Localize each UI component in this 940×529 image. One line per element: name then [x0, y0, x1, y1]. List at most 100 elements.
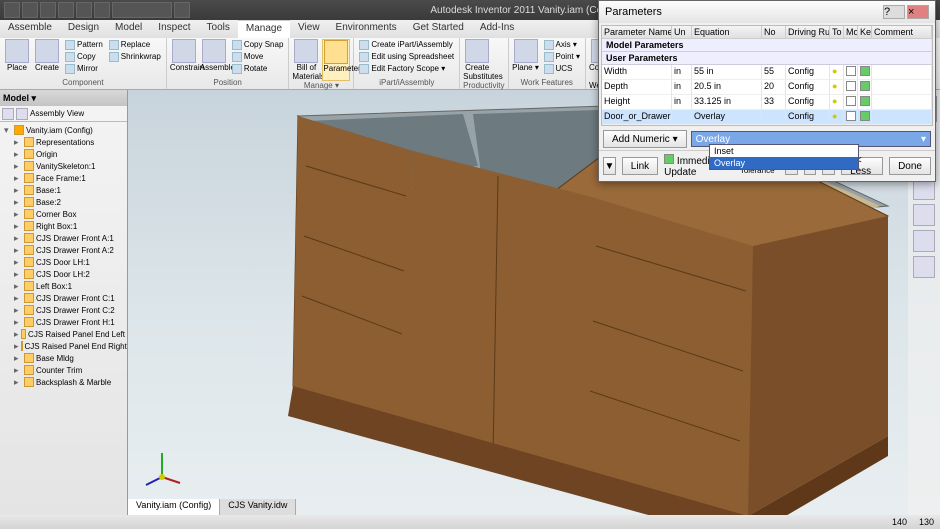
tree-node[interactable]: ▸Counter Trim — [0, 364, 127, 376]
copysnap-button[interactable]: Copy Snap — [230, 39, 286, 50]
browser-header[interactable]: Model ▾ — [0, 90, 127, 106]
tree-node[interactable]: ▸CJS Drawer Front A:2 — [0, 244, 127, 256]
browser-view-icon[interactable] — [16, 108, 28, 120]
param-row[interactable]: Door_or_DrawerOverlayConfig● — [602, 110, 932, 125]
qat-save-icon[interactable] — [22, 2, 38, 18]
model-tree: ▾Vanity.iam (Config) ▸Representations▸Or… — [0, 122, 127, 390]
mirror-button[interactable]: Mirror — [63, 63, 105, 74]
rotate-button[interactable]: Rotate — [230, 63, 286, 74]
add-numeric-button[interactable]: Add Numeric ▾ — [603, 130, 687, 148]
vp-tab-0[interactable]: Vanity.iam (Config) — [128, 499, 220, 515]
tree-node[interactable]: ▸Representations — [0, 136, 127, 148]
tree-node[interactable]: ▸Left Box:1 — [0, 280, 127, 292]
zoom-icon[interactable] — [913, 204, 935, 226]
grid-cat-user[interactable]: User Parameters — [602, 52, 932, 65]
edit-factory-button[interactable]: Edit Factory Scope ▾ — [357, 63, 456, 74]
browser-toolbar: Assembly View — [0, 106, 127, 122]
dialog-help-icon[interactable]: ? — [883, 5, 905, 19]
tree-node[interactable]: ▸Corner Box — [0, 208, 127, 220]
tree-node[interactable]: ▸VanitySkeleton:1 — [0, 160, 127, 172]
tree-node[interactable]: ▸Right Box:1 — [0, 220, 127, 232]
tree-node[interactable]: ▸CJS Drawer Front C:1 — [0, 292, 127, 304]
tab-model[interactable]: Model — [107, 20, 150, 38]
lookat-icon[interactable] — [913, 256, 935, 278]
qat-redo-icon[interactable] — [58, 2, 74, 18]
point-button[interactable]: Point ▾ — [542, 51, 582, 62]
assembly-view-label: Assembly View — [30, 109, 84, 118]
bom-button[interactable]: Bill of Materials — [292, 39, 320, 81]
tree-node[interactable]: ▸Face Frame:1 — [0, 172, 127, 184]
copy-button[interactable]: Copy — [63, 51, 105, 62]
tab-design[interactable]: Design — [60, 20, 107, 38]
dialog-title: Parameters — [605, 6, 881, 18]
tab-environments[interactable]: Environments — [328, 20, 405, 38]
app-menu-icon[interactable] — [4, 2, 20, 18]
vp-tab-1[interactable]: CJS Vanity.idw — [220, 499, 296, 515]
place-button[interactable]: Place — [3, 39, 31, 78]
qat-material-icon[interactable] — [94, 2, 110, 18]
tree-node[interactable]: ▸CJS Door LH:1 — [0, 256, 127, 268]
panel-productivity: Create Substitutes Productivity — [460, 38, 508, 89]
param-row[interactable]: Widthin55 in55Config● — [602, 65, 932, 80]
tree-node[interactable]: ▸Origin — [0, 148, 127, 160]
tab-view[interactable]: View — [290, 20, 328, 38]
tab-addins[interactable]: Add-Ins — [472, 20, 522, 38]
browser-filter-icon[interactable] — [2, 108, 14, 120]
status-b: 130 — [919, 517, 934, 527]
ucs-button[interactable]: UCS — [542, 63, 582, 74]
shrinkwrap-button[interactable]: Shrinkwrap — [107, 51, 163, 62]
qat-select-icon[interactable] — [76, 2, 92, 18]
panel-workfeatures: Plane ▾ Axis ▾ Point ▾ UCS Work Features — [509, 38, 586, 89]
parameters-grid: Parameter Name Un Equation No Driving Ru… — [601, 25, 933, 126]
qat-fx-icon[interactable] — [174, 2, 190, 18]
tree-node[interactable]: ▸CJS Drawer Front C:2 — [0, 304, 127, 316]
tree-node[interactable]: ▸Base:2 — [0, 196, 127, 208]
assemble-button[interactable]: Assemble — [200, 39, 228, 78]
tab-assemble[interactable]: Assemble — [0, 20, 60, 38]
panel-position: Constrain Assemble Copy Snap Move Rotate… — [167, 38, 290, 89]
tab-getstarted[interactable]: Get Started — [405, 20, 472, 38]
parameters-dialog: Parameters ? × Parameter Name Un Equatio… — [598, 0, 936, 182]
edit-spreadsheet-button[interactable]: Edit using Spreadsheet — [357, 51, 456, 62]
tree-node[interactable]: ▸Base Mldg — [0, 352, 127, 364]
tree-node[interactable]: ▸CJS Drawer Front A:1 — [0, 232, 127, 244]
create-ipart-button[interactable]: Create iPart/iAssembly — [357, 39, 456, 50]
panel-manage: Bill of Materials Parameters Manage ▾ — [289, 38, 354, 89]
plane-button[interactable]: Plane ▾ — [512, 39, 540, 78]
tree-node[interactable]: ▸CJS Raised Panel End Right — [0, 340, 127, 352]
create-substitutes-button[interactable]: Create Substitutes — [463, 39, 491, 81]
create-button[interactable]: Create — [33, 39, 61, 78]
tree-node[interactable]: ▸Backsplash & Marble — [0, 376, 127, 388]
orbit-icon[interactable] — [913, 230, 935, 252]
tab-tools[interactable]: Tools — [199, 20, 238, 38]
filter-button[interactable]: ▼ — [603, 157, 616, 175]
replace-button[interactable]: Replace — [107, 39, 163, 50]
param-row[interactable]: Depthin20.5 in20Config● — [602, 80, 932, 95]
dialog-close-icon[interactable]: × — [907, 5, 929, 19]
constrain-button[interactable]: Constrain — [170, 39, 198, 78]
panel-ipartassembly: Create iPart/iAssembly Edit using Spread… — [354, 38, 460, 89]
model-browser: Model ▾ Assembly View ▾Vanity.iam (Confi… — [0, 90, 128, 515]
pattern-button[interactable]: Pattern — [63, 39, 105, 50]
link-button[interactable]: Link — [622, 157, 658, 175]
param-row[interactable]: Heightin33.125 in33Config● — [602, 95, 932, 110]
move-button[interactable]: Move — [230, 51, 286, 62]
tree-node[interactable]: ▸CJS Drawer Front H:1 — [0, 316, 127, 328]
tree-root[interactable]: ▾Vanity.iam (Config) — [0, 124, 127, 136]
grid-cat-model[interactable]: Model Parameters — [602, 39, 932, 52]
tree-node[interactable]: ▸CJS Door LH:2 — [0, 268, 127, 280]
tree-node[interactable]: ▸CJS Raised Panel End Left — [0, 328, 127, 340]
qat-undo-icon[interactable] — [40, 2, 56, 18]
axis-button[interactable]: Axis ▾ — [542, 39, 582, 50]
tab-inspect[interactable]: Inspect — [150, 20, 198, 38]
done-button[interactable]: Done — [889, 157, 931, 175]
dropdown-item-overlay[interactable]: Overlay — [710, 157, 858, 169]
tab-manage[interactable]: Manage — [238, 20, 290, 38]
status-bar: 140 130 — [0, 515, 940, 529]
qat-color-dropdown[interactable] — [112, 2, 172, 18]
triad-icon — [142, 447, 182, 487]
dialog-titlebar[interactable]: Parameters ? × — [599, 1, 935, 23]
tree-node[interactable]: ▸Base:1 — [0, 184, 127, 196]
dropdown-item-inset[interactable]: Inset — [710, 145, 858, 157]
parameters-button[interactable]: Parameters — [322, 39, 350, 81]
